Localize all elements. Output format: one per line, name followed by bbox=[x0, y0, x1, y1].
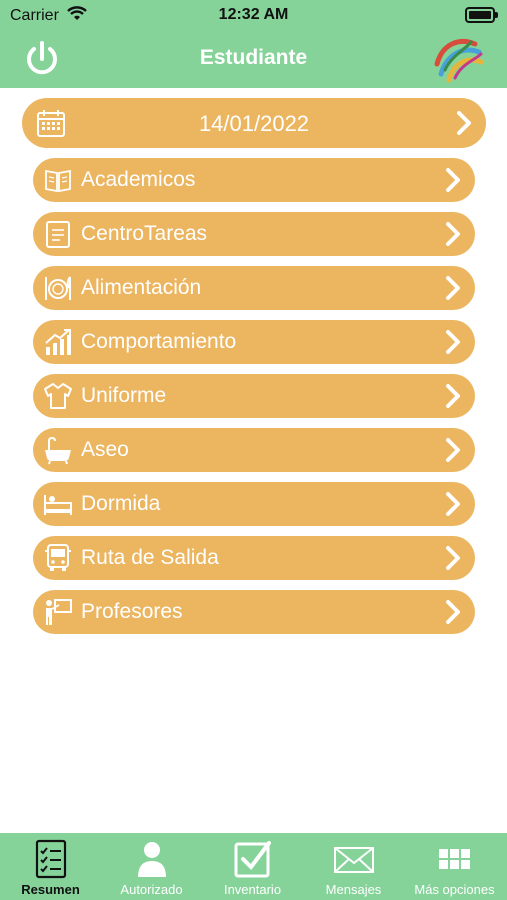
chevron-right-icon bbox=[457, 111, 471, 135]
chevron-right-icon bbox=[446, 330, 460, 354]
date-label: 14/01/2022 bbox=[198, 111, 310, 136]
tab-autorizado[interactable]: Autorizado bbox=[101, 833, 202, 900]
tab-label: Inventario bbox=[223, 882, 282, 897]
menu-item-profesores[interactable]: Profesores bbox=[33, 590, 475, 634]
plate-icon bbox=[45, 276, 71, 300]
bathtub-icon bbox=[45, 436, 71, 465]
tab-inventario[interactable]: Inventario bbox=[202, 833, 303, 900]
menu-item-label: Academicos bbox=[81, 168, 196, 191]
menu-item-label: Uniforme bbox=[81, 384, 167, 407]
chevron-right-icon bbox=[446, 600, 460, 624]
menu-item-label: Aseo bbox=[81, 438, 129, 461]
menu-item-label: Comportamiento bbox=[81, 330, 237, 353]
chevron-right-icon bbox=[446, 546, 460, 570]
grid-icon bbox=[438, 849, 470, 869]
chevron-right-icon bbox=[446, 384, 460, 408]
menu-item-academicos[interactable]: Academicos bbox=[33, 158, 475, 202]
menu-item-label: Dormida bbox=[81, 492, 161, 515]
chevron-right-icon bbox=[446, 276, 460, 300]
envelope-icon bbox=[333, 847, 374, 873]
tab-resumen[interactable]: Resumen bbox=[0, 833, 101, 900]
menu-item-label: Profesores bbox=[81, 600, 183, 623]
menu-item-label: Ruta de Salida bbox=[81, 546, 219, 569]
menu-item-centrotareas[interactable]: CentroTareas bbox=[33, 212, 475, 256]
menu-item-comportamiento[interactable]: Comportamiento bbox=[33, 320, 475, 364]
menu-item-label: Alimentación bbox=[81, 276, 202, 299]
shirt-icon bbox=[44, 383, 72, 409]
menu-item-uniforme[interactable]: Uniforme bbox=[33, 374, 475, 418]
menu-item-dormida[interactable]: Dormida bbox=[33, 482, 475, 526]
menu-item-aseo[interactable]: Aseo bbox=[33, 428, 475, 472]
person-icon bbox=[137, 842, 166, 877]
tab-label: Autorizado bbox=[120, 882, 183, 897]
date-selector[interactable]: 14/01/2022 bbox=[22, 98, 486, 148]
tab-label: Mensajes bbox=[325, 882, 382, 897]
menu-item-label: CentroTareas bbox=[81, 222, 208, 245]
chevron-right-icon bbox=[446, 222, 460, 246]
menu-item-alimentacion[interactable]: Alimentación bbox=[33, 266, 475, 310]
growth-chart-icon bbox=[45, 329, 71, 355]
status-bar: Carrier 12:32 AM bbox=[0, 0, 507, 32]
notebook-icon bbox=[46, 221, 70, 248]
checklist-icon bbox=[35, 839, 66, 879]
tab-mensajes[interactable]: Mensajes bbox=[303, 833, 404, 900]
teacher-icon bbox=[46, 599, 72, 625]
chevron-right-icon bbox=[446, 168, 460, 192]
brand-logo-icon bbox=[434, 39, 484, 83]
book-icon bbox=[45, 169, 71, 193]
tab-bar: Resumen Autorizado Inventario Mensajes M… bbox=[0, 833, 507, 900]
tab-label: Resumen bbox=[21, 882, 80, 897]
battery-icon bbox=[465, 7, 498, 23]
nav-bar: Estudiante bbox=[0, 32, 507, 88]
tab-label: Más opciones bbox=[414, 882, 495, 897]
checkbox-icon bbox=[234, 841, 271, 878]
bed-icon bbox=[44, 495, 72, 515]
clock: 12:32 AM bbox=[218, 6, 289, 23]
tab-mas-opciones[interactable]: Más opciones bbox=[404, 833, 505, 900]
menu-item-ruta-de-salida[interactable]: Ruta de Salida bbox=[33, 536, 475, 580]
chevron-right-icon bbox=[446, 492, 460, 516]
chevron-right-icon bbox=[446, 438, 460, 462]
bus-icon bbox=[45, 544, 71, 571]
